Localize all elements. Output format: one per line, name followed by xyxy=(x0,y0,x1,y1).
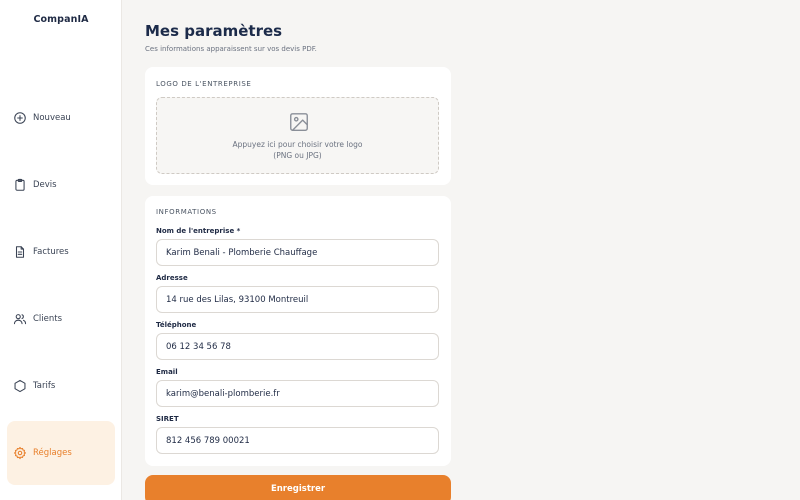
siret-label: SIRET xyxy=(156,415,179,423)
brand-logo: CompanIA xyxy=(33,14,89,25)
logo-section-label: LOGO DE L'ENTREPRISE xyxy=(156,80,252,88)
company-name-field[interactable] xyxy=(156,239,439,266)
company-name-label: Nom de l'entreprise * xyxy=(156,227,241,235)
hexagon-icon xyxy=(13,379,27,393)
save-button[interactable]: Enregistrer xyxy=(145,475,451,500)
sidebar-item-devis[interactable]: Devis xyxy=(7,153,115,217)
sidebar-item-clients[interactable]: Clients xyxy=(7,287,115,351)
page-title: Mes paramètres xyxy=(145,22,283,40)
sidebar-item-nouveau[interactable]: Nouveau xyxy=(7,86,115,150)
logo-dropzone[interactable]: Appuyez ici pour choisir votre logo (PNG… xyxy=(156,97,439,174)
gear-icon xyxy=(13,446,27,460)
dropzone-hint: Appuyez ici pour choisir votre logo xyxy=(232,140,363,149)
sidebar-item-label: Clients xyxy=(33,314,63,324)
users-icon xyxy=(13,312,27,326)
phone-field[interactable] xyxy=(156,333,439,360)
sidebar-item-reglages[interactable]: Réglages xyxy=(7,421,115,485)
plus-circle-icon xyxy=(13,111,27,125)
sidebar: CompanIA Nouveau Devis Factures Clients … xyxy=(0,0,122,500)
sidebar-item-label: Tarifs xyxy=(33,381,56,391)
info-card: INFORMATIONS Nom de l'entreprise * Adres… xyxy=(145,196,451,466)
address-label: Adresse xyxy=(156,274,188,282)
email-label: Email xyxy=(156,368,178,376)
sidebar-item-label: Réglages xyxy=(33,448,72,458)
address-field[interactable] xyxy=(156,286,439,313)
info-section-label: INFORMATIONS xyxy=(156,208,217,216)
sidebar-item-label: Devis xyxy=(33,180,57,190)
email-field[interactable] xyxy=(156,380,439,407)
siret-field[interactable] xyxy=(156,427,439,454)
image-icon xyxy=(288,111,310,133)
sidebar-item-factures[interactable]: Factures xyxy=(7,220,115,284)
sidebar-item-label: Factures xyxy=(33,247,69,257)
clipboard-icon xyxy=(13,178,27,192)
sidebar-item-label: Nouveau xyxy=(33,113,71,123)
page-subtitle: Ces informations apparaissent sur vos de… xyxy=(145,45,317,53)
logo-card: LOGO DE L'ENTREPRISE Appuyez ici pour ch… xyxy=(145,67,451,185)
document-icon xyxy=(13,245,27,259)
dropzone-format-hint: (PNG ou JPG) xyxy=(273,151,322,160)
sidebar-item-tarifs[interactable]: Tarifs xyxy=(7,354,115,418)
phone-label: Téléphone xyxy=(156,321,197,329)
